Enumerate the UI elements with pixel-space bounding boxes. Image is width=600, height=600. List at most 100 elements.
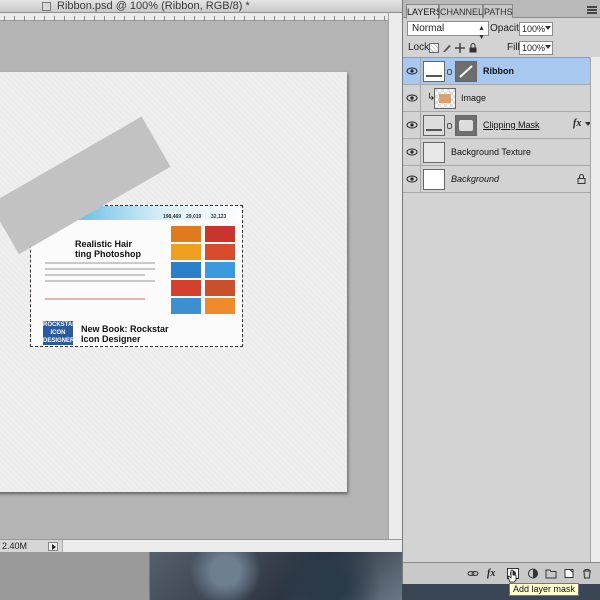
lock-transparent-icon[interactable] (429, 43, 439, 53)
book-cover-image: ROCKSTAR ICON DESIGNER (43, 321, 77, 345)
layer-name: Ribbon (483, 66, 514, 76)
panel-menu-icon[interactable] (587, 6, 597, 14)
layer-name: Background Texture (451, 147, 531, 157)
layer-style-fx-icon[interactable]: fx (487, 568, 499, 579)
vertical-scrollbar[interactable] (388, 13, 402, 539)
ruler-tick (34, 16, 35, 21)
thumbnail-headline: Realistic Hair ting Photoshop (75, 239, 141, 259)
chevron-updown-icon: ▲ ▼ (478, 25, 485, 41)
ruler-tick (364, 16, 365, 21)
ruler-tick (144, 16, 145, 21)
lock-icon (577, 174, 586, 187)
text-line (45, 280, 155, 282)
eye-icon[interactable] (406, 93, 418, 103)
layer-name: Image (461, 93, 487, 103)
layers-list: Ribbon ↳ Image Clipping Mask fx Backgrou… (403, 57, 600, 562)
visibility-cell (403, 166, 421, 193)
layer-mask-thumbnail[interactable] (455, 115, 477, 136)
document-canvas[interactable]: 198,469 29,019 32,123 Realistic Hair tin… (0, 72, 347, 492)
ruler-tick (294, 16, 295, 21)
ruler-tick (84, 16, 85, 21)
opacity-field[interactable]: 100% (519, 22, 553, 36)
ruler-tick (344, 16, 345, 21)
trash-icon[interactable] (581, 568, 593, 579)
tab-paths[interactable]: PATHS (483, 4, 513, 18)
layer-mask-thumbnail[interactable] (455, 61, 477, 82)
thumbnail-tile (171, 280, 201, 296)
ruler-tick (94, 16, 95, 21)
thumbnail-stat: 32,123 (211, 214, 227, 220)
layer-thumbnail[interactable] (423, 61, 445, 82)
text-line (45, 268, 155, 270)
visibility-cell (403, 85, 421, 112)
layer-thumbnail[interactable] (423, 142, 445, 163)
layer-name: Background (451, 174, 500, 184)
ruler-tick (304, 16, 305, 21)
tab-channels[interactable]: CHANNELS (439, 4, 489, 18)
blend-mode-value: Normal (412, 23, 445, 34)
background-photo (150, 552, 402, 600)
link-icon[interactable] (447, 69, 452, 75)
eye-icon[interactable] (406, 174, 418, 184)
ruler-tick (334, 16, 335, 21)
chevron-down-icon[interactable] (545, 45, 551, 49)
ruler-tick (24, 16, 25, 21)
blend-mode-select[interactable]: Normal ▲ ▼ (407, 21, 489, 41)
layers-panel: LAYERS CHANNELS PATHS Normal ▲ ▼ Opacity:… (402, 0, 600, 584)
ruler-tick (164, 16, 165, 21)
ruler-tick (384, 16, 385, 21)
status-bar: 2.40M (0, 539, 402, 552)
layers-scrollbar[interactable] (590, 57, 600, 562)
thumbnail-tile (171, 262, 201, 278)
background-window[interactable] (0, 552, 150, 600)
document-icon (42, 2, 51, 11)
ruler-tick (284, 16, 285, 21)
canvas-area[interactable]: 198,469 29,019 32,123 Realistic Hair tin… (0, 22, 388, 539)
thumbnail-tile (205, 244, 235, 260)
eye-icon[interactable] (406, 120, 418, 130)
ruler-tick (54, 16, 55, 21)
ruler-tick (374, 16, 375, 21)
lock-paint-icon[interactable] (442, 43, 452, 53)
tab-layers[interactable]: LAYERS (406, 4, 442, 19)
panel-tab-bar: LAYERS CHANNELS PATHS (403, 0, 600, 19)
eye-icon[interactable] (406, 147, 418, 157)
lock-position-icon[interactable] (455, 43, 465, 53)
fx-icon[interactable]: fx (573, 118, 581, 129)
ruler-tick (114, 16, 115, 21)
layer-row-clipping-mask[interactable]: Clipping Mask fx (403, 112, 591, 139)
layer-row-background[interactable]: Background (403, 166, 590, 193)
fill-value: 100% (522, 43, 546, 53)
layer-thumbnail[interactable] (423, 169, 445, 190)
lock-all-icon[interactable] (468, 43, 478, 53)
ruler (0, 13, 388, 21)
adjustment-layer-icon[interactable] (527, 568, 539, 579)
fill-field[interactable]: 100% (519, 41, 553, 55)
status-menu-arrow-icon[interactable] (48, 542, 58, 551)
ruler-tick (244, 16, 245, 21)
new-group-icon[interactable] (545, 568, 557, 579)
text-line (45, 274, 145, 276)
ruler-tick (354, 16, 355, 21)
ruler-tick (134, 16, 135, 21)
new-layer-icon[interactable] (563, 568, 575, 579)
layer-row-background-texture[interactable]: Background Texture (403, 139, 590, 166)
eye-icon[interactable] (406, 66, 418, 76)
ruler-tick (254, 16, 255, 21)
horizontal-scrollbar[interactable] (62, 540, 402, 552)
ruler-tick (14, 16, 15, 21)
ruler-tick (194, 16, 195, 21)
ruler-tick (104, 16, 105, 21)
layer-thumbnail[interactable] (423, 115, 445, 136)
ruler-tick (64, 16, 65, 21)
document-title-bar[interactable]: Ribbon.psd @ 100% (Ribbon, RGB/8) * (0, 0, 402, 13)
thumbnail-tile (205, 280, 235, 296)
thumbnail-stat: 29,019 (186, 214, 202, 220)
layer-thumbnail[interactable] (434, 88, 456, 109)
link-icon[interactable] (447, 123, 452, 129)
layer-row-ribbon[interactable]: Ribbon (403, 58, 590, 85)
link-layers-icon[interactable] (467, 568, 479, 579)
chevron-down-icon[interactable] (545, 26, 551, 30)
thumbnail-tile (171, 226, 201, 242)
layer-row-image[interactable]: ↳ Image (403, 85, 590, 112)
